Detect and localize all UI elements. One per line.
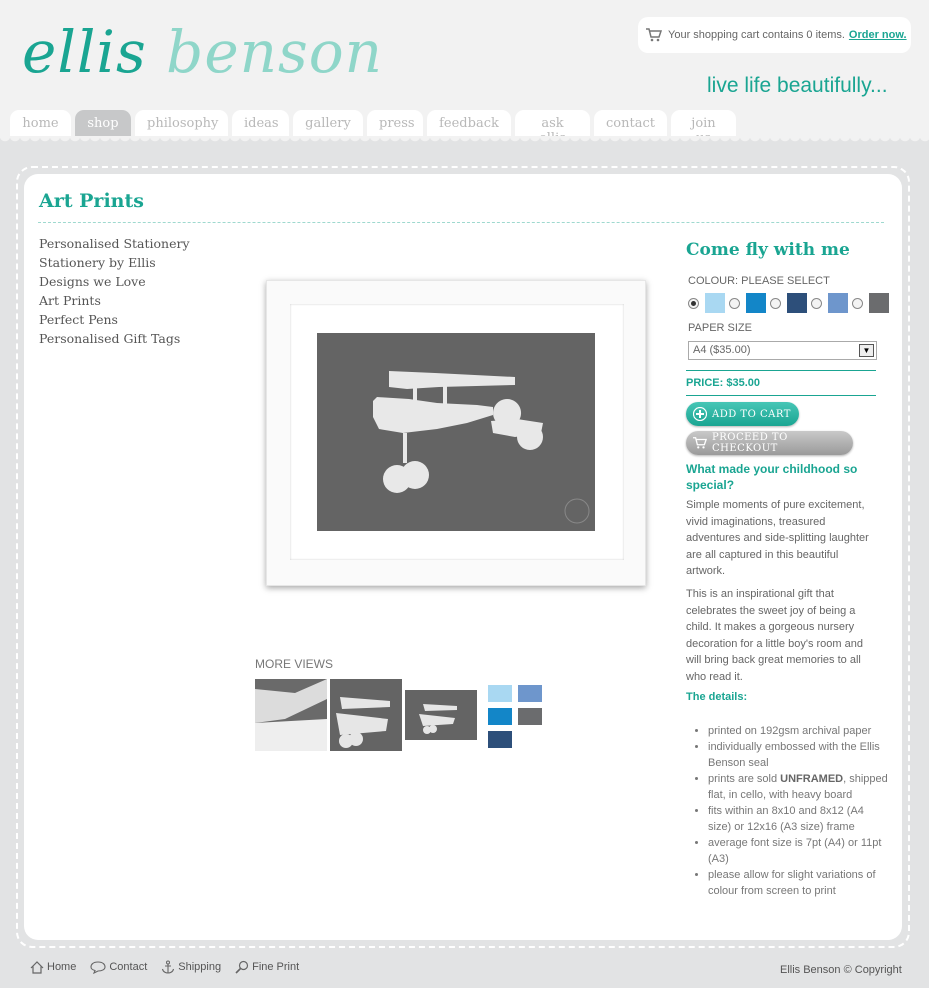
thumb-biplane-full bbox=[419, 704, 457, 734]
product-question-heading: What made your childhood so special? bbox=[686, 462, 858, 492]
paper-size-select[interactable]: A4 ($35.00) ▼ bbox=[688, 341, 877, 360]
add-to-cart-label: ADD TO CART bbox=[712, 408, 791, 420]
list-item: please allow for slight variations of co… bbox=[708, 867, 888, 899]
footer-links: Home Contact Shipping Fine Print bbox=[30, 960, 900, 974]
magnifier-icon bbox=[235, 960, 249, 974]
list-item: average font size is 7pt (A4) or 11pt (A… bbox=[708, 835, 888, 867]
colour-radio-2[interactable] bbox=[729, 297, 740, 309]
checkout-label: PROCEED TO CHECKOUT bbox=[712, 432, 788, 454]
sidebar-item-perfect-pens[interactable]: Perfect Pens bbox=[39, 312, 190, 331]
footer-contact-link[interactable]: Contact bbox=[90, 960, 148, 974]
logo-text-ellis: ellis bbox=[22, 18, 147, 86]
thumb-colour-grid bbox=[488, 685, 542, 748]
details-heading: The details: bbox=[686, 691, 748, 703]
copyright-text: Ellis Benson © Copyright bbox=[780, 964, 902, 976]
detail-emphasis: UNFRAMED bbox=[780, 773, 844, 785]
header-scallop-divider bbox=[0, 136, 929, 146]
swatch-navy bbox=[787, 293, 807, 313]
speech-bubble-icon bbox=[90, 960, 106, 974]
cart-icon bbox=[693, 437, 707, 449]
swatch-cornflower bbox=[828, 293, 848, 313]
product-description-2: This is an inspirational gift that celeb… bbox=[686, 588, 863, 683]
biplane-illustration bbox=[373, 371, 590, 524]
sidebar-item-personalised-gift-tags[interactable]: Personalised Gift Tags bbox=[39, 331, 190, 350]
details-list: printed on 192gsm archival paper individ… bbox=[708, 723, 888, 899]
list-item: fits within an 8x10 and 8x12 (A4 size) o… bbox=[708, 803, 888, 835]
sidebar-item-personalised-stationery[interactable]: Personalised Stationery bbox=[39, 236, 190, 255]
thumbnail-4-colour-options[interactable] bbox=[484, 679, 548, 751]
thumbnail-2[interactable] bbox=[330, 679, 402, 751]
colour-label: COLOUR: PLEASE SELECT bbox=[688, 275, 830, 287]
swatch-light-blue bbox=[705, 293, 725, 313]
product-description-1: Simple moments of pure excitement, vivid… bbox=[686, 499, 869, 577]
plus-icon bbox=[693, 407, 707, 421]
detail-text: prints are sold bbox=[708, 773, 781, 785]
anchor-icon bbox=[162, 960, 175, 974]
footer-contact-label: Contact bbox=[109, 961, 148, 973]
product-price: PRICE: $35.00 bbox=[686, 377, 760, 389]
order-now-link[interactable]: Order now. bbox=[849, 29, 907, 41]
paper-size-label: PAPER SIZE bbox=[688, 322, 752, 334]
cart-summary: Your shopping cart contains 0 items. Ord… bbox=[638, 17, 911, 53]
home-icon bbox=[30, 960, 44, 974]
more-views-label: MORE VIEWS bbox=[255, 657, 334, 671]
product-title: Come fly with me bbox=[686, 240, 850, 260]
colour-radio-5[interactable] bbox=[852, 297, 863, 309]
footer-home-label: Home bbox=[47, 961, 77, 973]
add-to-cart-button[interactable]: ADD TO CART bbox=[686, 402, 799, 426]
thumb-biplane-closeup bbox=[336, 697, 390, 748]
colour-radio-3[interactable] bbox=[770, 297, 781, 309]
title-divider bbox=[38, 222, 884, 223]
cart-text: Your shopping cart contains 0 items. bbox=[668, 29, 845, 41]
swatch-charcoal bbox=[869, 293, 889, 313]
product-main-image bbox=[317, 333, 595, 531]
footer-home-link[interactable]: Home bbox=[30, 960, 77, 974]
thumbnail-1[interactable] bbox=[255, 679, 327, 751]
footer-fine-print-label: Fine Print bbox=[252, 961, 300, 973]
list-item: individually embossed with the Ellis Ben… bbox=[708, 739, 888, 771]
sidebar-item-art-prints[interactable]: Art Prints bbox=[39, 293, 190, 312]
page-title: Art Prints bbox=[39, 190, 144, 212]
footer-fine-print-link[interactable]: Fine Print bbox=[235, 960, 299, 974]
price-top-divider bbox=[686, 370, 876, 371]
sidebar-item-stationery-by-ellis[interactable]: Stationery by Ellis bbox=[39, 255, 190, 274]
cart-icon bbox=[646, 28, 662, 42]
category-sidebar: Personalised Stationery Stationery by El… bbox=[39, 236, 190, 350]
footer-shipping-label: Shipping bbox=[178, 961, 222, 973]
site-logo[interactable]: ellis benson bbox=[22, 18, 383, 86]
thumbnail-3[interactable] bbox=[405, 690, 477, 740]
sidebar-item-designs-we-love[interactable]: Designs we Love bbox=[39, 274, 190, 293]
colour-swatches bbox=[688, 293, 893, 313]
tagline: live life beautifully... bbox=[707, 74, 888, 97]
list-item: prints are sold UNFRAMED, shipped flat, … bbox=[708, 771, 888, 803]
price-bottom-divider bbox=[686, 395, 876, 396]
proceed-to-checkout-button[interactable]: PROCEED TO CHECKOUT bbox=[686, 431, 853, 455]
colour-radio-4[interactable] bbox=[811, 297, 822, 309]
logo-text-benson: benson bbox=[146, 18, 384, 86]
thumb-text-closeup bbox=[255, 679, 327, 751]
chevron-down-icon: ▼ bbox=[859, 344, 874, 357]
footer-shipping-link[interactable]: Shipping bbox=[161, 960, 221, 974]
swatch-blue bbox=[746, 293, 766, 313]
list-item: printed on 192gsm archival paper bbox=[708, 723, 888, 739]
colour-radio-1[interactable] bbox=[688, 297, 699, 309]
paper-size-value: A4 ($35.00) bbox=[693, 344, 751, 356]
